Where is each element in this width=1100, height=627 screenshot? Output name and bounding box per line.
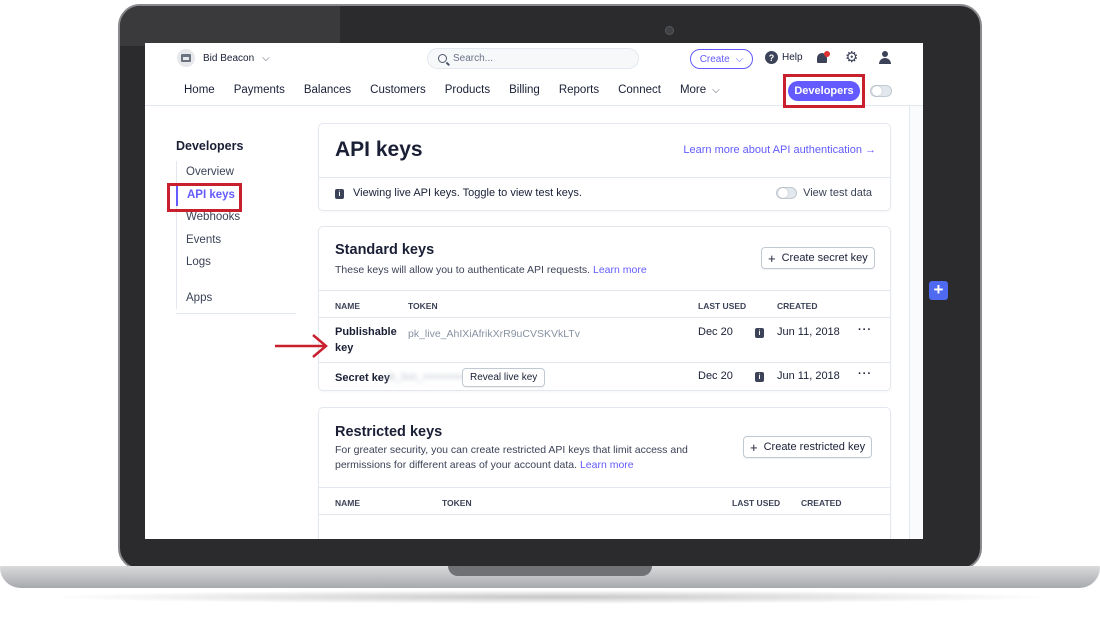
column-header-created: CREATED (777, 301, 818, 311)
toggle-switch[interactable] (776, 187, 798, 199)
search-icon (438, 54, 447, 63)
info-icon[interactable]: i (755, 372, 764, 382)
live-mode-banner: i Viewing live API keys. Toggle to view … (319, 177, 890, 211)
last-used-date: Dec 20 (698, 326, 733, 338)
standard-keys-description-text: These keys will allow you to authenticat… (335, 264, 591, 276)
laptop-shadow (40, 590, 1060, 604)
nav-item-connect[interactable]: Connect (618, 84, 661, 96)
column-header-created: CREATED (801, 498, 842, 508)
notification-dot (824, 51, 830, 57)
column-header-token: TOKEN (442, 498, 472, 508)
create-secret-key-button[interactable]: + Create secret key (761, 247, 875, 269)
restricted-keys-card: Restricted keys For greater security, yo… (318, 407, 891, 539)
sidebar-title: Developers (176, 139, 244, 153)
key-name: Publishable key (335, 324, 397, 356)
restricted-keys-learn-more-link[interactable]: Learn more (580, 459, 634, 471)
standard-keys-card: Standard keys These keys will allow you … (318, 226, 891, 391)
account-switcher[interactable]: Bid Beacon ⌵ (177, 49, 270, 67)
publishable-key-token[interactable]: pk_live_AhIXiAfrikXrR9uCVSKVkLTv (408, 328, 580, 340)
chevron-down-icon: ⌵ (735, 53, 744, 65)
view-test-data-toggle[interactable]: View test data (776, 187, 872, 199)
standard-keys-table-header: NAME TOKEN LAST USED CREATED (319, 290, 890, 318)
nav-item-customers[interactable]: Customers (370, 84, 426, 96)
standard-keys-title: Standard keys (335, 242, 435, 258)
column-header-last-used: LAST USED (732, 498, 781, 508)
search-placeholder: Search... (453, 53, 494, 64)
top-bar: Bid Beacon ⌵ Search... Create ⌵ ? Help ⚙ (145, 43, 923, 75)
plus-icon: + (768, 250, 776, 266)
column-header-name: NAME (335, 301, 361, 311)
restricted-keys-description-line2-wrap: permissions for different areas of your … (335, 458, 688, 473)
nav-item-reports[interactable]: Reports (559, 84, 599, 96)
help-button[interactable]: ? Help (765, 51, 803, 64)
table-row: Secret key sk_live_•••••••••••••••••••••… (319, 363, 890, 392)
plus-icon: + (750, 439, 758, 455)
chevron-down-icon: ⌵ (262, 52, 270, 64)
help-icon: ? (765, 51, 778, 64)
restricted-keys-description-line1: For greater security, you can create res… (335, 444, 688, 456)
last-used-date: Dec 20 (698, 370, 733, 382)
store-icon (177, 49, 195, 67)
sidebar-item-overview[interactable]: Overview (177, 161, 296, 184)
restricted-keys-description-line2: permissions for different areas of your … (335, 459, 578, 471)
info-icon[interactable]: i (755, 328, 764, 338)
restricted-keys-title: Restricted keys (335, 424, 443, 440)
account-name: Bid Beacon (203, 52, 255, 64)
standard-keys-learn-more-link[interactable]: Learn more (593, 264, 647, 276)
api-auth-learn-link[interactable]: Learn more about API authentication → (683, 144, 876, 156)
search-input[interactable]: Search... (427, 48, 639, 69)
user-icon[interactable] (878, 51, 892, 65)
chevron-down-icon: ⌵ (712, 84, 720, 96)
api-keys-highlight-box (167, 183, 242, 212)
plus-badge-icon[interactable]: + (929, 281, 948, 300)
test-mode-toggle[interactable] (870, 85, 892, 97)
column-header-name: NAME (335, 498, 361, 508)
annotation-arrow-icon (275, 334, 328, 358)
sidebar-divider (176, 313, 296, 314)
created-date: Jun 11, 2018 (777, 370, 840, 382)
scrollbar-track[interactable] (909, 106, 923, 539)
sidebar-item-apps[interactable]: Apps (177, 287, 296, 310)
create-secret-key-label: Create secret key (781, 252, 868, 264)
laptop-notch (448, 566, 652, 576)
ellipsis-icon[interactable]: ··· (858, 324, 872, 336)
nav-item-home[interactable]: Home (184, 84, 215, 96)
nav-item-products[interactable]: Products (445, 84, 490, 96)
info-icon: i (335, 189, 344, 199)
sidebar-item-logs[interactable]: Logs (177, 251, 296, 274)
reveal-live-key-button[interactable]: Reveal live key (462, 368, 546, 387)
nav-item-balances[interactable]: Balances (304, 84, 351, 96)
create-button[interactable]: Create ⌵ (690, 49, 753, 69)
help-label: Help (782, 52, 803, 63)
create-label: Create (699, 53, 730, 65)
restricted-keys-description: For greater security, you can create res… (335, 443, 688, 473)
create-restricted-key-button[interactable]: + Create restricted key (743, 436, 873, 458)
key-name-line: key (335, 342, 354, 354)
view-test-label: View test data (803, 187, 872, 199)
more-label: More (679, 84, 707, 96)
api-keys-card: API keys Learn more about API authentica… (318, 123, 891, 211)
live-mode-text: Viewing live API keys. Toggle to view te… (353, 187, 582, 199)
key-name-line: Publishable (335, 326, 397, 338)
column-header-last-used: LAST USED (698, 301, 747, 311)
standard-keys-description: These keys will allow you to authenticat… (335, 263, 647, 278)
app-screen: Bid Beacon ⌵ Search... Create ⌵ ? Help ⚙… (145, 43, 923, 539)
table-row: Publishable key pk_live_AhIXiAfrikXrR9uC… (319, 318, 890, 363)
restricted-keys-table-header: NAME TOKEN LAST USED CREATED (319, 487, 890, 515)
nav-item-more[interactable]: More ⌵ (680, 84, 720, 96)
notifications-bell-icon[interactable] (816, 51, 830, 65)
developers-button[interactable]: Developers (788, 81, 860, 101)
lid-glare (120, 6, 340, 46)
sidebar-item-events[interactable]: Events (177, 229, 296, 252)
key-name: Secret key (335, 372, 391, 384)
gear-icon[interactable]: ⚙ (845, 50, 858, 65)
created-date: Jun 11, 2018 (777, 326, 840, 338)
camera-icon (665, 26, 674, 35)
nav-item-billing[interactable]: Billing (509, 84, 540, 96)
nav-item-payments[interactable]: Payments (234, 84, 285, 96)
ellipsis-icon[interactable]: ··· (858, 368, 872, 380)
column-header-token: TOKEN (408, 301, 438, 311)
page-title: API keys (335, 138, 423, 161)
create-restricted-key-label: Create restricted key (763, 441, 866, 453)
